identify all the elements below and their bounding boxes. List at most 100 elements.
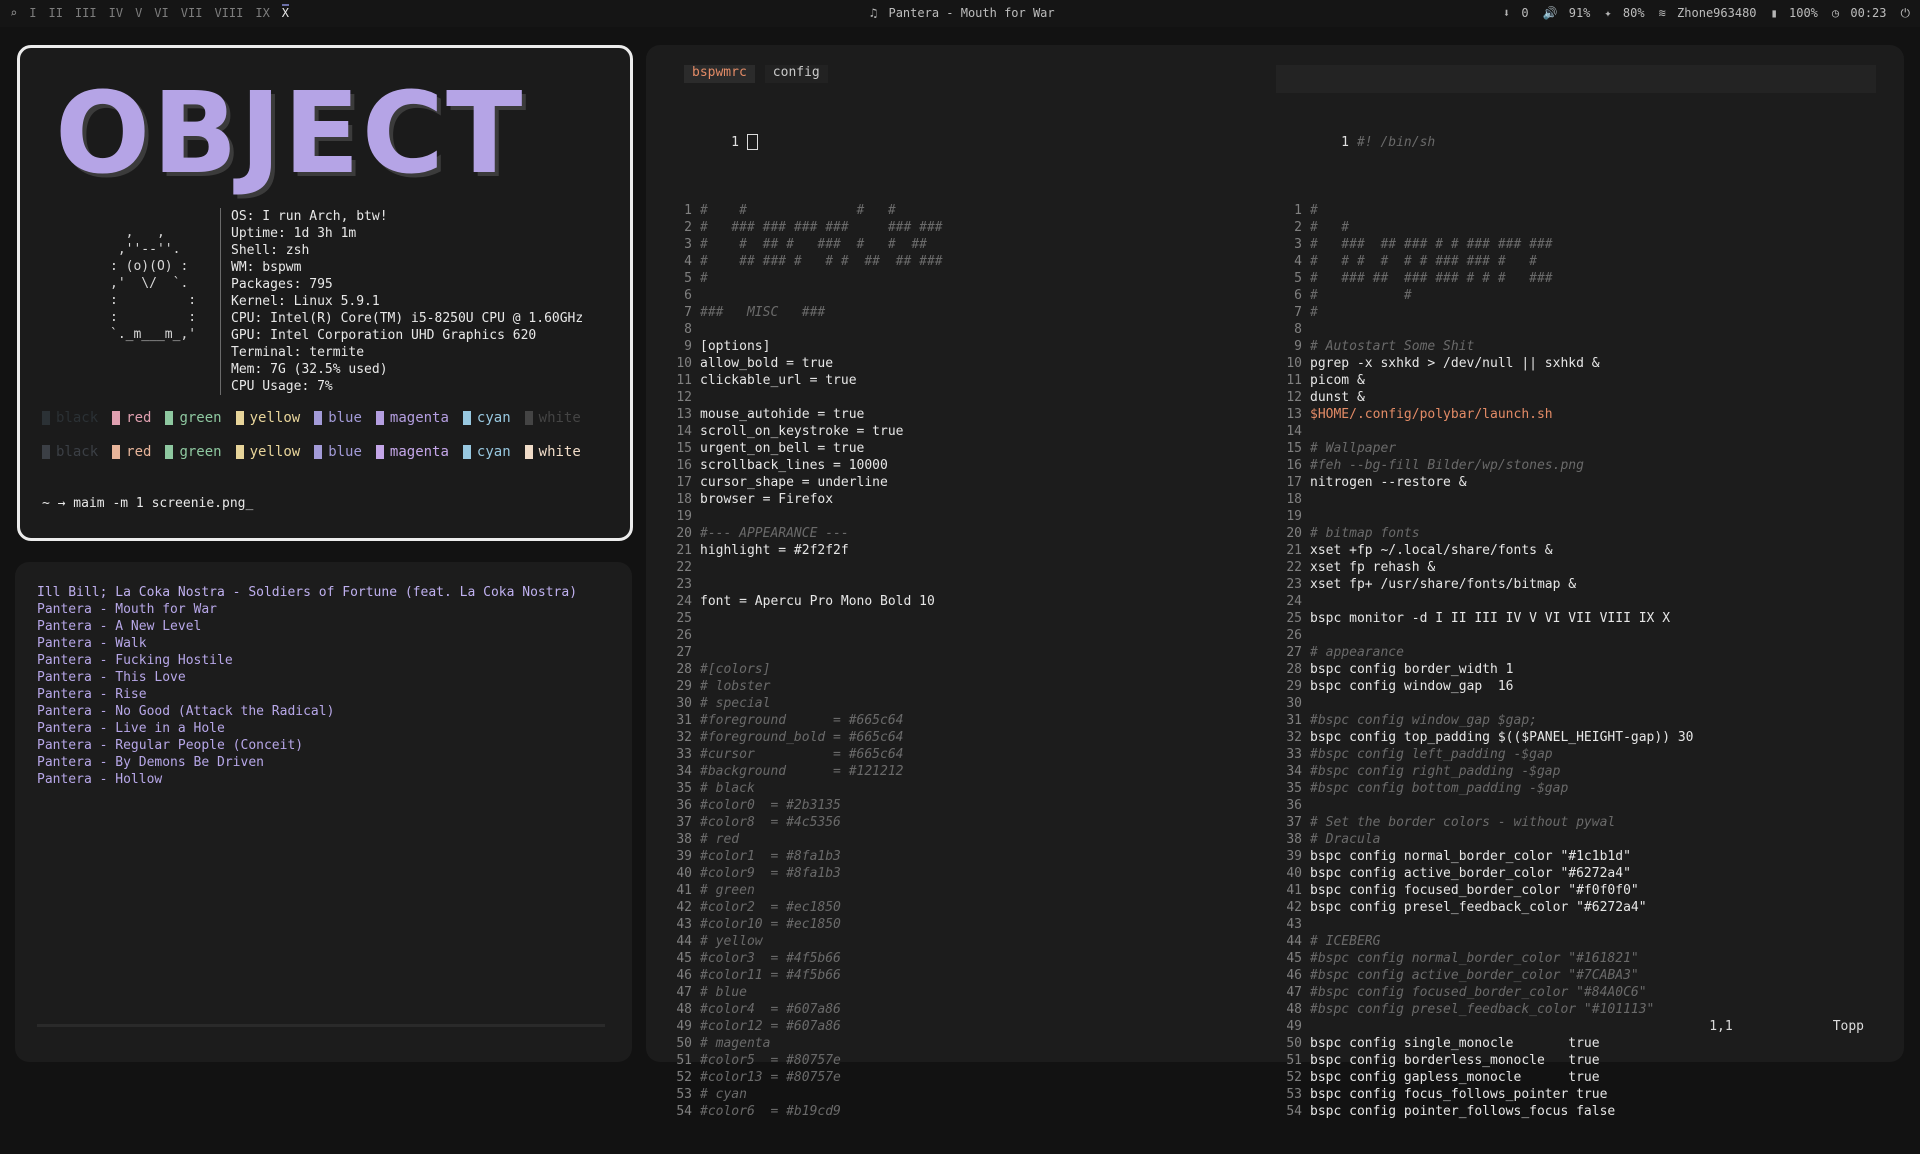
- battery-value: 100%: [1789, 6, 1818, 20]
- line-text: ### MISC ###: [700, 305, 826, 320]
- line-number: 35: [676, 781, 692, 796]
- line-text: # ### ## ### # # ### ### ###: [1310, 237, 1553, 252]
- line-number: 45: [676, 951, 692, 966]
- line-text: cursor_shape = underline: [700, 475, 888, 490]
- code-line: 22 xset fp rehash &: [1276, 559, 1876, 576]
- line-number: 44: [676, 934, 692, 949]
- playlist-track[interactable]: Pantera - No Good (Attack the Radical): [37, 703, 577, 720]
- swatch-label: red: [126, 444, 152, 460]
- editor-pane-right[interactable]: 1 #! /bin/sh 1 #2 # #3 # ### ## ### # # ### …: [1276, 83, 1876, 1154]
- code-line: 31 #foreground = #665c64: [666, 712, 1266, 729]
- workspace-1[interactable]: I: [29, 6, 36, 20]
- line-number: 46: [1286, 968, 1302, 983]
- swatch-label: cyan: [476, 410, 511, 426]
- line-number: 27: [676, 645, 692, 660]
- playlist-track[interactable]: Pantera - Live in a Hole: [37, 720, 577, 737]
- tab-bspwmrc[interactable]: bspwmrc: [684, 65, 755, 83]
- line-text: #bspc config active_border_color "#7CABA…: [1310, 968, 1639, 983]
- line-text: #bspc config bottom_padding -$gap: [1310, 781, 1569, 796]
- workspace-2[interactable]: II: [48, 6, 62, 20]
- terminal-fetch-window[interactable]: OBJECT , , ,''--''. : (o)(O) : ,' \/ `. …: [17, 45, 633, 541]
- code-line: 28 #[colors]: [666, 661, 1266, 678]
- swatch-block: [314, 411, 323, 425]
- line-number: 20: [676, 526, 692, 541]
- line-text: allow_bold = true: [700, 356, 834, 371]
- workspace-8[interactable]: VIII: [214, 6, 243, 20]
- workspace-9[interactable]: IX: [255, 6, 269, 20]
- tab-config[interactable]: config: [764, 65, 828, 83]
- playlist-track[interactable]: Pantera - Mouth for War: [37, 601, 577, 618]
- code-line: 21 xset +fp ~/.local/share/fonts &: [1276, 542, 1876, 559]
- workspace-6[interactable]: VI: [154, 6, 168, 20]
- swatch-block: [112, 445, 121, 459]
- editor-window[interactable]: bspwmrc config 1 1 # # # #2 # ### ### ### …: [646, 45, 1904, 1119]
- line-text: # blue: [700, 985, 747, 1000]
- code-line: 41 bspc config focused_border_color "#f0f…: [1276, 882, 1876, 899]
- info-shell: Shell: zsh: [231, 243, 310, 258]
- line-text: # cyan: [700, 1087, 747, 1102]
- editor-statusline: 1,1 Topp: [1709, 1019, 1864, 1034]
- line-text: #foreground = #665c64: [700, 713, 904, 728]
- line-text: # ## ### # # # ## ## ###: [700, 254, 943, 269]
- clock-value: 00:23: [1850, 6, 1887, 20]
- search-icon[interactable]: ⌕: [10, 6, 17, 20]
- code-line: 31 #bspc config window_gap $gap;: [1276, 712, 1876, 729]
- code-line: 9 [options]: [666, 338, 1266, 355]
- code-line: 25 bspc monitor -d I II III IV V VI VII V…: [1276, 610, 1876, 627]
- music-playlist-window[interactable]: Ill Bill; La Coka Nostra - Soldiers of F…: [15, 562, 632, 1062]
- line-number: 8: [684, 322, 692, 337]
- playlist-track[interactable]: Pantera - Walk: [37, 635, 577, 652]
- line-number: 30: [1286, 696, 1302, 711]
- line-text: picom &: [1310, 373, 1365, 388]
- right-code-lines: 1 #2 # #3 # ### ## ### # # ### ### ### 4 # # …: [1276, 202, 1876, 1120]
- line-text: bspc config focused_border_color "#f0f0f…: [1310, 883, 1639, 898]
- swatch-block: [165, 411, 174, 425]
- playlist-track[interactable]: Pantera - By Demons Be Driven: [37, 754, 577, 771]
- line-number: 43: [1286, 917, 1302, 932]
- line-number: 16: [676, 458, 692, 473]
- power-icon[interactable]: ⏻: [1901, 6, 1911, 21]
- code-line: 17 nitrogen --restore &: [1276, 474, 1876, 491]
- code-line: 5 #: [666, 270, 1266, 287]
- playlist-track[interactable]: Pantera - This Love: [37, 669, 577, 686]
- playlist-track[interactable]: Pantera - Regular People (Conceit): [37, 737, 577, 754]
- volume[interactable]: 🔊 91%: [1543, 6, 1591, 21]
- editor-pane-left[interactable]: 1 1 # # # # 2 # ### ### ### ### ### ### 3 # #…: [666, 83, 1266, 1154]
- line-number: 34: [676, 764, 692, 779]
- line-number: 7: [684, 305, 692, 320]
- line-number: 5: [1294, 271, 1302, 286]
- workspace-10[interactable]: X: [281, 4, 290, 20]
- playlist-track[interactable]: Pantera - Hollow: [37, 771, 577, 788]
- line-number: 22: [676, 560, 692, 575]
- now-playing-title: Pantera - Mouth for War: [888, 6, 1055, 20]
- shell-prompt[interactable]: ~ → maim -m 1 screenie.png_: [42, 496, 253, 511]
- ascii-art: , , ,''--''. : (o)(O) : ,' \/ `. : : : :…: [110, 225, 197, 342]
- line-number: 41: [676, 883, 692, 898]
- wifi[interactable]: ≋ Zhone963480: [1659, 6, 1757, 21]
- workspace-3[interactable]: III: [75, 6, 97, 20]
- code-line: 38 # Dracula: [1276, 831, 1876, 848]
- line-number: 23: [1286, 577, 1302, 592]
- code-line: 39 #color1 = #8fa1b3: [666, 848, 1266, 865]
- playlist-progress-bar[interactable]: [37, 1024, 605, 1027]
- code-line: 19: [1276, 508, 1876, 525]
- playlist-track[interactable]: Pantera - Fucking Hostile: [37, 652, 577, 669]
- workspace-4[interactable]: IV: [109, 6, 123, 20]
- line-text: scrollback_lines = 10000: [700, 458, 888, 473]
- brightness[interactable]: ✦ 80%: [1604, 6, 1644, 21]
- line-number: 19: [676, 509, 692, 524]
- code-line: 35 # black: [666, 780, 1266, 797]
- playlist-track[interactable]: Ill Bill; La Coka Nostra - Soldiers of F…: [37, 584, 577, 601]
- code-line: 16 #feh --bg-fill Bilder/wp/stones.png: [1276, 457, 1876, 474]
- line-number: 9: [684, 339, 692, 354]
- workspace-5[interactable]: V: [135, 6, 142, 20]
- code-line: 16 scrollback_lines = 10000: [666, 457, 1266, 474]
- workspace-7[interactable]: VII: [181, 6, 203, 20]
- line-number: 15: [676, 441, 692, 456]
- line-text: bspc config borderless_monocle true: [1310, 1053, 1600, 1068]
- playlist-track[interactable]: Pantera - Rise: [37, 686, 577, 703]
- line-number: 44: [1286, 934, 1302, 949]
- playlist-track[interactable]: Pantera - A New Level: [37, 618, 577, 635]
- line-number: 28: [676, 662, 692, 677]
- line-text: # yellow: [700, 934, 763, 949]
